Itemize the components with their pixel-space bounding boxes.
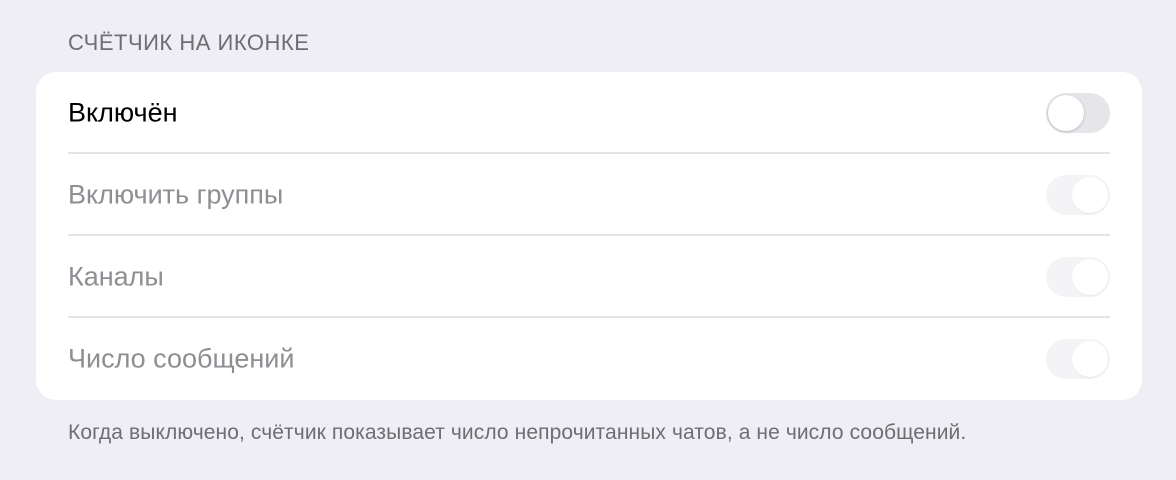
- toggle-include-groups[interactable]: [1046, 175, 1110, 215]
- row-label-enabled: Включён: [68, 97, 178, 128]
- toggle-knob: [1048, 95, 1084, 131]
- row-channels: Каналы: [36, 236, 1142, 318]
- toggle-knob: [1072, 341, 1108, 377]
- section-header: СЧЁТЧИК НА ИКОНКЕ: [68, 30, 310, 55]
- toggle-message-count[interactable]: [1046, 339, 1110, 379]
- row-label-channels: Каналы: [68, 261, 164, 292]
- row-enabled: Включён: [36, 72, 1142, 154]
- row-message-count: Число сообщений: [36, 318, 1142, 400]
- toggle-channels[interactable]: [1046, 257, 1110, 297]
- row-label-message-count: Число сообщений: [68, 343, 295, 374]
- row-include-groups: Включить группы: [36, 154, 1142, 236]
- toggle-enabled[interactable]: [1046, 93, 1110, 133]
- toggle-knob: [1072, 259, 1108, 295]
- settings-group: Включён Включить группы Каналы Число соо…: [36, 72, 1142, 400]
- toggle-knob: [1072, 177, 1108, 213]
- section-footer: Когда выключено, счётчик показывает числ…: [68, 421, 967, 444]
- row-label-include-groups: Включить группы: [68, 179, 284, 210]
